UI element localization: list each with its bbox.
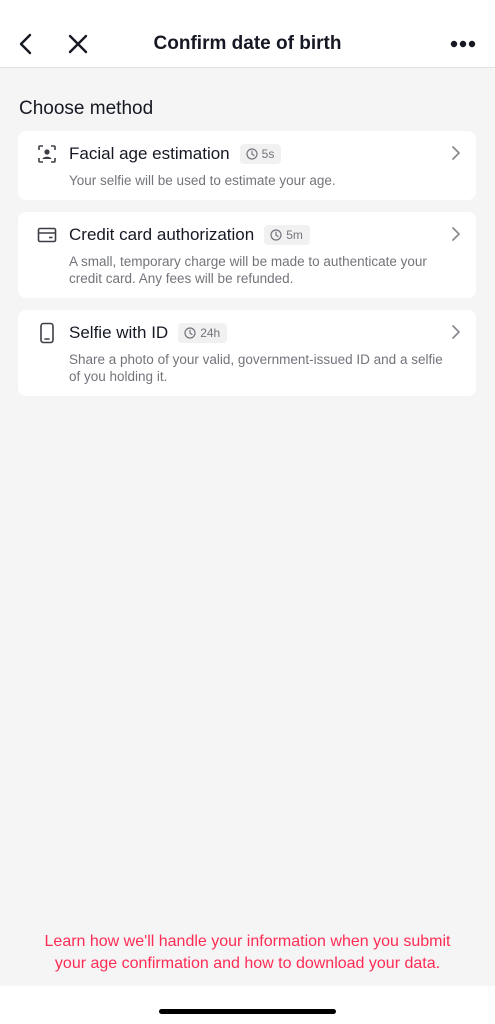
method-title: Facial age estimation	[69, 144, 230, 163]
method-title-row: Credit card authorization 5m	[69, 224, 310, 246]
chevron-left-icon	[19, 33, 32, 55]
chevron-right-icon	[448, 144, 464, 162]
data-handling-link[interactable]: Learn how we'll handle your information …	[30, 931, 465, 975]
credit-card-icon	[36, 224, 58, 246]
more-options-button[interactable]	[443, 22, 483, 66]
time-badge-label: 5s	[261, 147, 275, 161]
phone-icon	[36, 322, 58, 344]
time-badge: 5s	[239, 144, 282, 164]
page-title: Confirm date of birth	[153, 33, 342, 54]
method-description: Your selfie will be used to estimate you…	[69, 173, 336, 188]
section-title: Choose method	[19, 98, 154, 119]
clock-icon	[246, 148, 258, 160]
method-title: Selfie with ID	[69, 323, 169, 342]
more-horizontal-icon	[450, 40, 476, 48]
method-description: A small, temporary charge will be made t…	[69, 254, 427, 286]
top-nav-bar: Confirm date of birth	[0, 0, 495, 68]
clock-icon	[270, 229, 282, 241]
method-card-facial-age-estimation[interactable]: Facial age estimation 5s Your selfie wil…	[18, 131, 476, 200]
time-badge-label: 24h	[200, 326, 221, 340]
chevron-right-icon	[448, 323, 464, 341]
method-description: Share a photo of your valid, government-…	[69, 352, 443, 384]
clock-icon	[184, 327, 196, 339]
time-badge: 24h	[178, 323, 228, 343]
home-indicator	[159, 1009, 336, 1014]
face-scan-icon	[36, 143, 58, 165]
chevron-right-icon	[448, 225, 464, 243]
method-card-selfie-with-id[interactable]: Selfie with ID 24h Share a photo of your…	[18, 310, 476, 396]
method-title-row: Facial age estimation 5s	[69, 143, 282, 165]
back-button[interactable]	[6, 22, 46, 66]
method-card-credit-card-authorization[interactable]: Credit card authorization 5m A small, te…	[18, 212, 476, 298]
method-title-row: Selfie with ID 24h	[69, 322, 228, 344]
footer-bar	[0, 986, 495, 1024]
time-badge: 5m	[264, 225, 310, 245]
method-title: Credit card authorization	[69, 225, 255, 244]
time-badge-label: 5m	[286, 228, 303, 242]
